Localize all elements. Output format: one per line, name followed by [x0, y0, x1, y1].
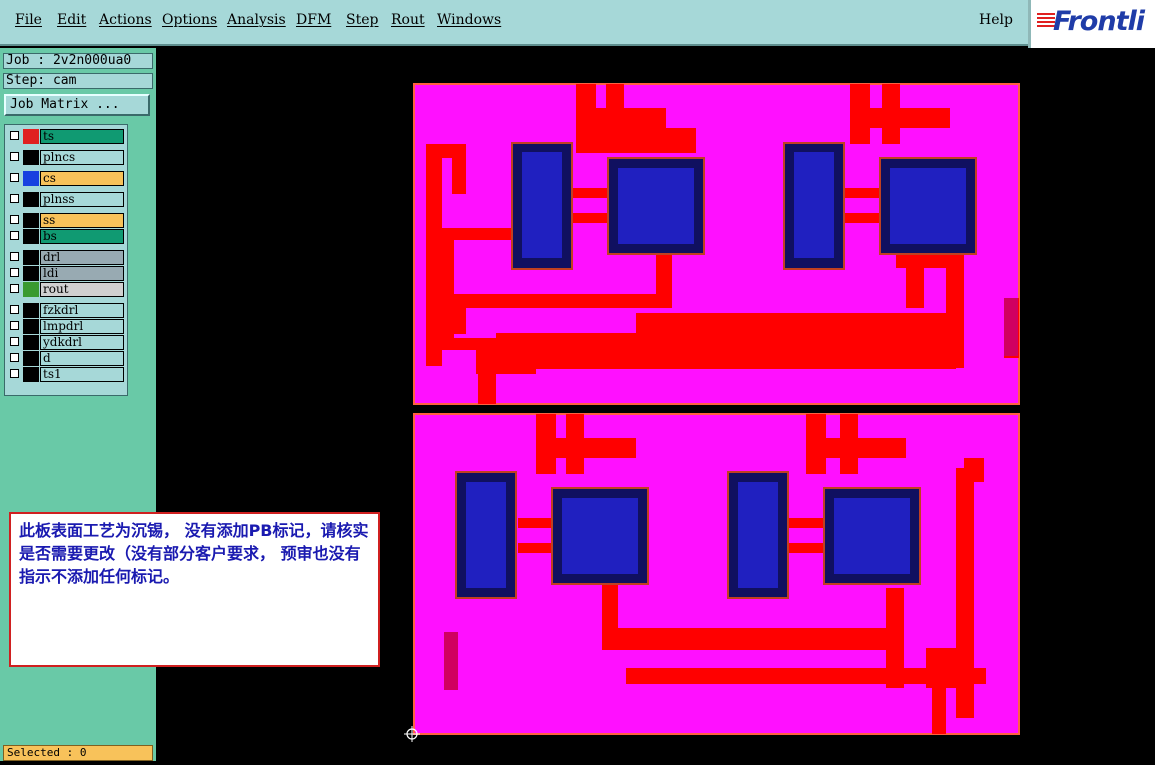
- layer-row-ts[interactable]: ts: [7, 129, 125, 144]
- layer-label[interactable]: fzkdrl: [40, 303, 124, 318]
- layer-row-lmpdrl[interactable]: lmpdrl: [7, 319, 125, 334]
- layer-label[interactable]: plnss: [40, 192, 124, 207]
- layer-checkbox[interactable]: [10, 321, 19, 330]
- review-note: 此板表面工艺为沉锡， 没有添加PB标记，请核实是否需要更改（没有部分客户要求， …: [9, 512, 380, 667]
- layer-checkbox[interactable]: [10, 284, 19, 293]
- layer-checkbox[interactable]: [10, 152, 19, 161]
- layer-checkbox[interactable]: [10, 305, 19, 314]
- crosshair-cursor-icon: [404, 726, 420, 742]
- menu-rout[interactable]: Rout: [391, 12, 425, 28]
- layer-label[interactable]: plncs: [40, 150, 124, 165]
- layer-checkbox[interactable]: [10, 252, 19, 261]
- board-marking-bottom: [444, 632, 458, 690]
- layer-checkbox[interactable]: [10, 353, 19, 362]
- layer-label[interactable]: cs: [40, 171, 124, 186]
- menu-windows[interactable]: Windows: [437, 12, 501, 28]
- layer-color-swatch[interactable]: [23, 335, 39, 350]
- layer-label[interactable]: lmpdrl: [40, 319, 124, 334]
- layer-row-d[interactable]: d: [7, 351, 125, 366]
- menu-help[interactable]: Help: [979, 12, 1013, 28]
- layer-color-swatch[interactable]: [23, 282, 39, 297]
- layer-row-plncs[interactable]: plncs: [7, 150, 125, 165]
- menu-edit[interactable]: Edit: [57, 12, 86, 28]
- step-name: Step: cam: [3, 73, 153, 89]
- layer-label[interactable]: ydkdrl: [40, 335, 124, 350]
- layer-row-ldi[interactable]: ldi: [7, 266, 125, 281]
- menu-dfm[interactable]: DFM: [296, 12, 331, 28]
- layer-row-ts1[interactable]: ts1: [7, 367, 125, 382]
- layer-label[interactable]: drl: [40, 250, 124, 265]
- layer-label[interactable]: rout: [40, 282, 124, 297]
- layer-label[interactable]: bs: [40, 229, 124, 244]
- layer-checkbox[interactable]: [10, 131, 19, 140]
- layer-row-drl[interactable]: drl: [7, 250, 125, 265]
- layer-color-swatch[interactable]: [23, 150, 39, 165]
- layer-row-fzkdrl[interactable]: fzkdrl: [7, 303, 125, 318]
- layer-color-swatch[interactable]: [23, 303, 39, 318]
- menu-step[interactable]: Step: [346, 12, 378, 28]
- layer-row-plnss[interactable]: plnss: [7, 192, 125, 207]
- layer-color-swatch[interactable]: [23, 192, 39, 207]
- layer-row-bs[interactable]: bs: [7, 229, 125, 244]
- layer-label[interactable]: ldi: [40, 266, 124, 281]
- layer-color-swatch[interactable]: [23, 229, 39, 244]
- job-name: Job : 2v2n000ua0: [3, 53, 153, 69]
- menu-actions[interactable]: Actions: [99, 12, 152, 28]
- job-matrix-button[interactable]: Job Matrix ...: [4, 94, 150, 116]
- layer-checkbox[interactable]: [10, 215, 19, 224]
- layer-row-rout[interactable]: rout: [7, 282, 125, 297]
- layer-row-ydkdrl[interactable]: ydkdrl: [7, 335, 125, 350]
- menu-bar: File Edit Actions Options Analysis DFM Step Rou…: [0, 0, 1028, 46]
- layer-color-swatch[interactable]: [23, 367, 39, 382]
- layer-checkbox[interactable]: [10, 231, 19, 240]
- layer-checkbox[interactable]: [10, 173, 19, 182]
- layer-row-ss[interactable]: ss: [7, 213, 125, 228]
- board-top: [413, 83, 1020, 405]
- layer-label[interactable]: d: [40, 351, 124, 366]
- layer-checkbox[interactable]: [10, 194, 19, 203]
- layer-label[interactable]: ts1: [40, 367, 124, 382]
- menu-file[interactable]: File: [15, 12, 42, 28]
- layer-label[interactable]: ts: [40, 129, 124, 144]
- layer-color-swatch[interactable]: [23, 351, 39, 366]
- board-marking-top: [1004, 298, 1018, 356]
- layer-checkbox[interactable]: [10, 268, 19, 277]
- menu-analysis[interactable]: Analysis: [227, 12, 286, 28]
- menu-options[interactable]: Options: [162, 12, 217, 28]
- layer-label[interactable]: ss: [40, 213, 124, 228]
- layer-checkbox[interactable]: [10, 369, 19, 378]
- layer-color-swatch[interactable]: [23, 171, 39, 186]
- layer-color-swatch[interactable]: [23, 319, 39, 334]
- board-bottom: [413, 413, 1020, 735]
- selected-count: Selected : 0: [3, 745, 153, 761]
- frontline-logo: Frontli: [1028, 0, 1155, 48]
- layer-color-swatch[interactable]: [23, 129, 39, 144]
- layer-row-cs[interactable]: cs: [7, 171, 125, 186]
- logo-text: Frontli: [1053, 6, 1145, 37]
- layer-list: ts plncs cs plnss ss bs drl ldi rout fzkdrl lmpdrl…: [4, 124, 128, 396]
- layer-color-swatch[interactable]: [23, 266, 39, 281]
- layer-checkbox[interactable]: [10, 337, 19, 346]
- layer-color-swatch[interactable]: [23, 250, 39, 265]
- layer-color-swatch[interactable]: [23, 213, 39, 228]
